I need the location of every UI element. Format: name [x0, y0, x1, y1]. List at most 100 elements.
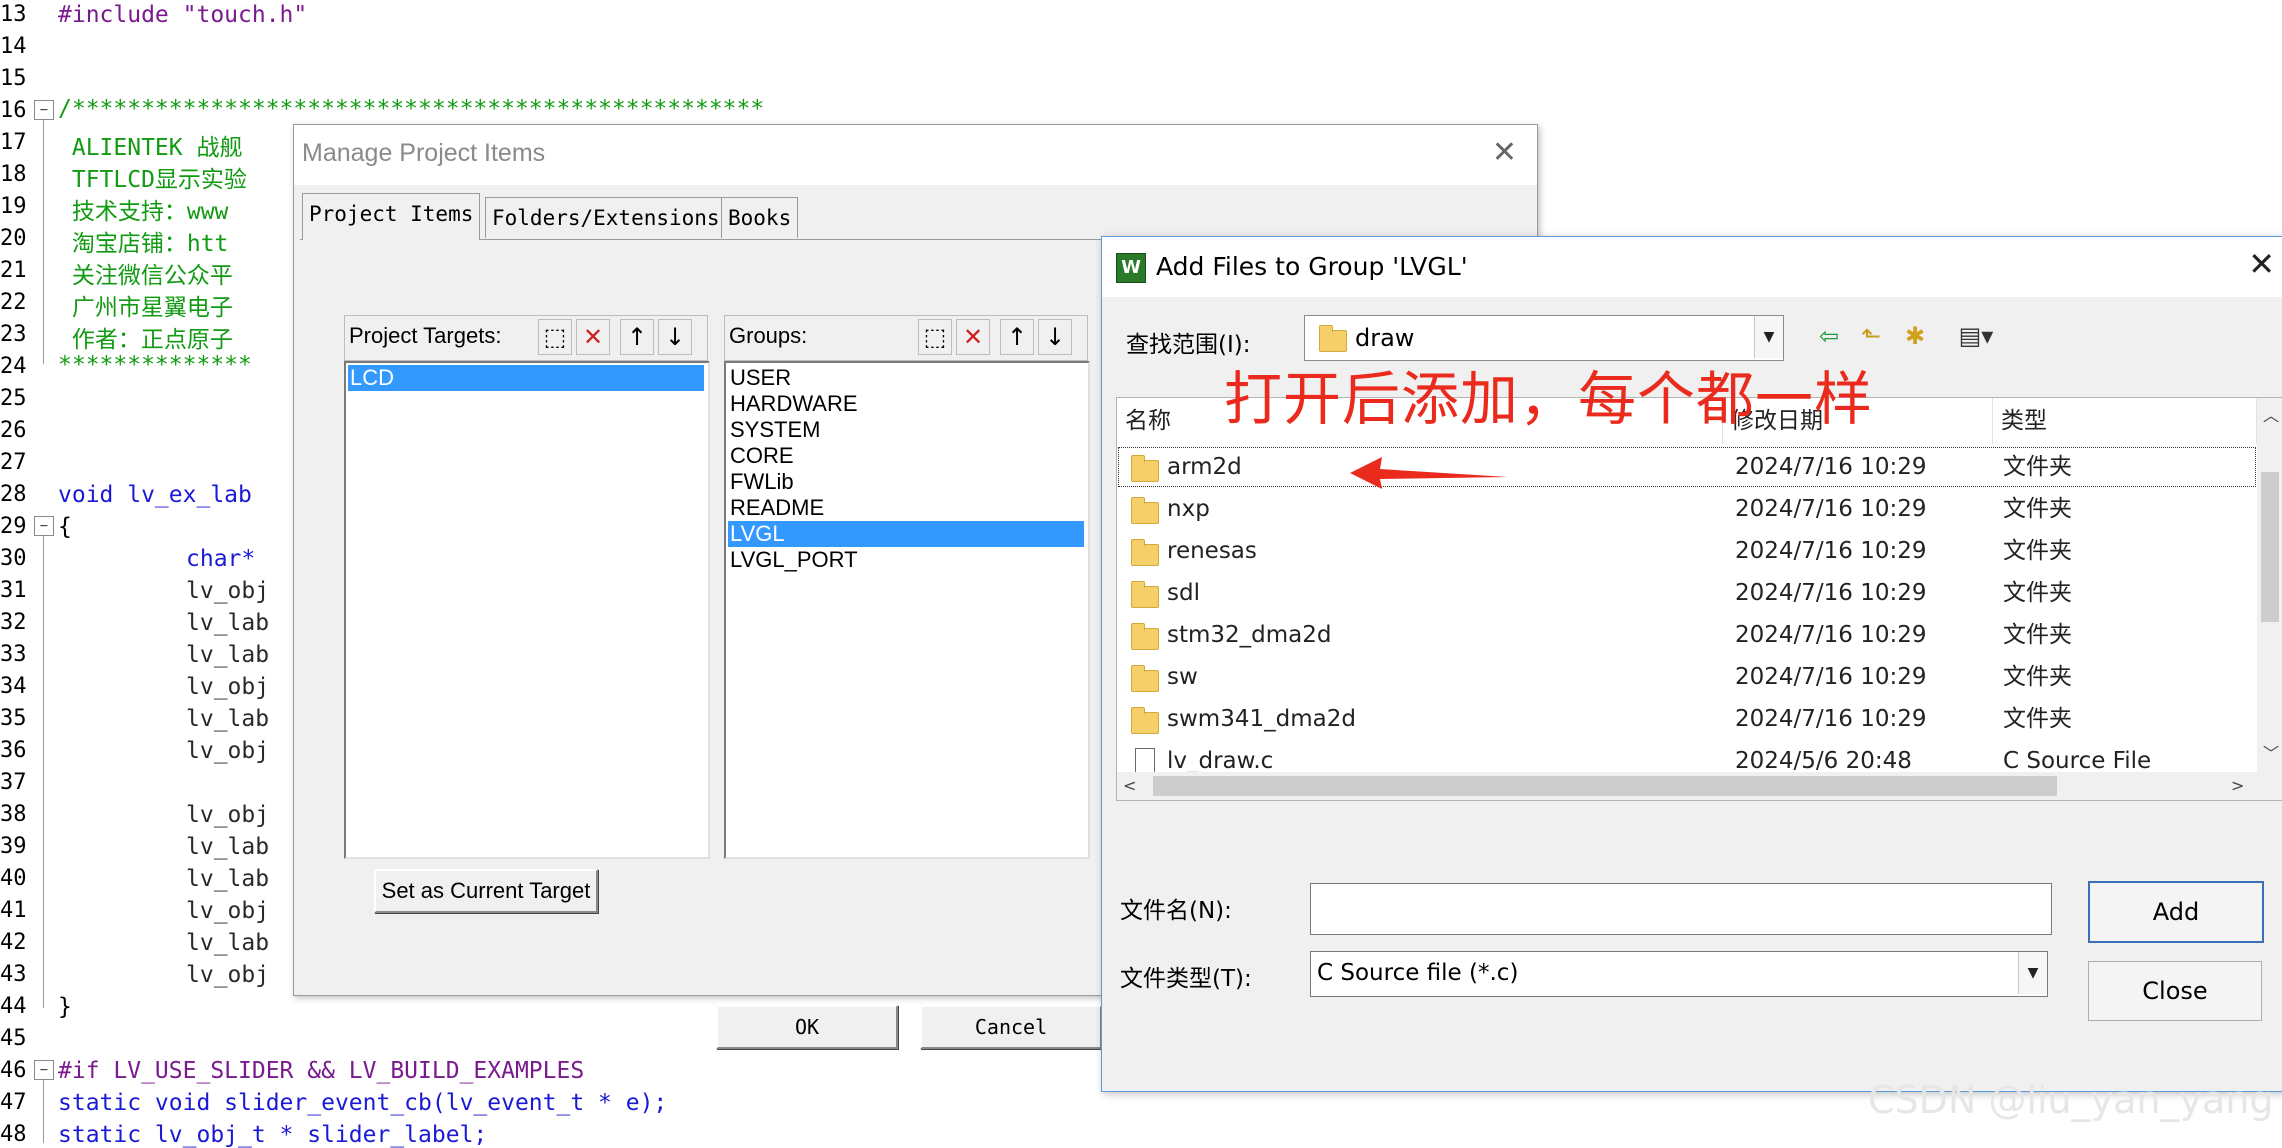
vertical-scrollbar[interactable]: ︿ ﹀: [2257, 398, 2282, 800]
file-type: 文件夹: [2003, 580, 2072, 606]
file-row[interactable]: sw 2024/7/16 10:29 文件夹: [1117, 656, 2257, 698]
code-line: lv_lab: [186, 642, 270, 668]
annotation-arrow-icon: [1350, 457, 1508, 489]
targets-list[interactable]: LCD: [344, 361, 710, 859]
list-item[interactable]: SYSTEM: [728, 417, 820, 443]
move-up-icon[interactable]: ↑: [1000, 319, 1034, 355]
cancel-button[interactable]: Cancel: [920, 1005, 1102, 1049]
code-line: lv_lab: [186, 706, 270, 732]
dialog-titlebar[interactable]: Manage Project Items ✕: [294, 125, 1537, 185]
line-number: 39: [0, 834, 27, 859]
list-item[interactable]: LVGL_PORT: [728, 547, 858, 573]
file-date: 2024/7/16 10:29: [1735, 496, 1927, 522]
line-number: 25: [0, 386, 27, 411]
list-item[interactable]: LCD: [348, 365, 704, 391]
column-header-type[interactable]: 类型: [1993, 398, 2257, 444]
folder-icon: [1131, 581, 1159, 608]
fold-guide: [43, 120, 44, 364]
line-number: 17: [0, 130, 27, 155]
file-row[interactable]: swm341_dma2d 2024/7/16 10:29 文件夹: [1117, 698, 2257, 740]
file-row[interactable]: nxp 2024/7/16 10:29 文件夹: [1117, 488, 2257, 530]
line-number: 31: [0, 578, 27, 603]
list-item[interactable]: HARDWARE: [728, 391, 858, 417]
code-line: 技术支持：www: [58, 199, 229, 225]
fold-toggle-icon[interactable]: −: [34, 516, 54, 536]
list-item[interactable]: FWLib: [728, 469, 794, 495]
list-item[interactable]: README: [728, 495, 824, 521]
line-number: 34: [0, 674, 27, 699]
line-number: 19: [0, 194, 27, 219]
up-folder-icon[interactable]: ⬑: [1854, 319, 1888, 353]
fold-toggle-icon[interactable]: −: [34, 100, 54, 120]
code-line: 关注微信公众平: [58, 263, 233, 289]
set-current-target-button[interactable]: Set as Current Target: [374, 869, 598, 913]
code-line: #include "touch.h": [58, 2, 308, 28]
code-line: lv_lab: [186, 930, 270, 956]
view-menu-icon[interactable]: ▤▾: [1948, 319, 2004, 353]
file-name: stm32_dma2d: [1167, 622, 1332, 648]
scrollbar-thumb[interactable]: [2261, 472, 2279, 622]
filetype-label: 文件类型(T):: [1120, 966, 1252, 992]
ok-button[interactable]: OK: [716, 1005, 898, 1049]
move-down-icon[interactable]: ↓: [658, 319, 692, 355]
groups-list[interactable]: USER HARDWARE SYSTEM CORE FWLib README L…: [724, 361, 1090, 859]
move-up-icon[interactable]: ↑: [620, 319, 654, 355]
file-name: renesas: [1167, 538, 1257, 564]
fold-toggle-icon[interactable]: −: [34, 1060, 54, 1080]
scroll-left-icon[interactable]: <: [1123, 776, 1136, 795]
code-line: lv_obj: [186, 578, 270, 604]
list-item[interactable]: USER: [728, 365, 791, 391]
code-line: lv_lab: [186, 866, 270, 892]
code-line: ALIENTEK 战舰: [58, 135, 243, 161]
code-line: lv_obj: [186, 802, 270, 828]
close-button[interactable]: Close: [2088, 961, 2262, 1021]
scroll-up-icon[interactable]: ︿: [2263, 402, 2279, 426]
file-type: 文件夹: [2003, 622, 2072, 648]
file-row[interactable]: renesas 2024/7/16 10:29 文件夹: [1117, 530, 2257, 572]
file-row[interactable]: stm32_dma2d 2024/7/16 10:29 文件夹: [1117, 614, 2257, 656]
line-number: 15: [0, 66, 27, 91]
code-line: 作者：正点原子: [58, 327, 233, 353]
new-group-icon[interactable]: ⬚: [918, 319, 952, 355]
file-date: 2024/7/16 10:29: [1735, 454, 1927, 480]
list-item[interactable]: CORE: [728, 443, 794, 469]
dialog-titlebar[interactable]: W Add Files to Group 'LVGL' ✕: [1102, 237, 2282, 297]
horizontal-scrollbar[interactable]: < >: [1117, 772, 2257, 800]
file-date: 2024/7/16 10:29: [1735, 706, 1927, 732]
folder-icon: [1131, 623, 1159, 650]
filename-label: 文件名(N):: [1120, 898, 1232, 924]
tab-project-items[interactable]: Project Items: [302, 193, 481, 240]
line-number: 37: [0, 770, 27, 795]
tab-books[interactable]: Books: [721, 197, 799, 238]
new-folder-icon[interactable]: ✱: [1898, 319, 1932, 353]
move-down-icon[interactable]: ↓: [1038, 319, 1072, 355]
file-type: 文件夹: [2003, 538, 2072, 564]
add-button[interactable]: Add: [2088, 881, 2264, 943]
file-list[interactable]: 名称 修改日期 类型 arm2d 2024/7/16 10:29 文件夹 nxp…: [1116, 397, 2282, 801]
close-icon[interactable]: ✕: [1492, 135, 1517, 170]
file-name: nxp: [1167, 496, 1210, 522]
code-line: {: [58, 514, 72, 540]
delete-target-icon[interactable]: ✕: [576, 319, 610, 355]
scroll-down-icon[interactable]: ﹀: [2263, 740, 2279, 764]
chevron-down-icon[interactable]: ▼: [2018, 952, 2047, 994]
line-number: 42: [0, 930, 27, 955]
file-row[interactable]: arm2d 2024/7/16 10:29 文件夹: [1117, 446, 2257, 488]
line-number: 23: [0, 322, 27, 347]
list-item[interactable]: LVGL: [728, 521, 1084, 547]
filetype-dropdown[interactable]: C Source file (*.c) ▼: [1310, 951, 2048, 997]
tab-folders-extensions[interactable]: Folders/Extensions: [485, 197, 727, 238]
scrollbar-thumb[interactable]: [1153, 776, 2057, 796]
dialog-title: Manage Project Items: [302, 139, 546, 167]
back-icon[interactable]: ⇦: [1812, 319, 1846, 353]
close-icon[interactable]: ✕: [2248, 245, 2275, 283]
folder-icon: [1131, 539, 1159, 566]
filename-input[interactable]: [1310, 883, 2052, 935]
code-line: lv_obj: [186, 898, 270, 924]
file-row[interactable]: sdl 2024/7/16 10:29 文件夹: [1117, 572, 2257, 614]
folder-icon: [1131, 665, 1159, 692]
delete-group-icon[interactable]: ✕: [956, 319, 990, 355]
new-target-icon[interactable]: ⬚: [538, 319, 572, 355]
scroll-right-icon[interactable]: >: [2231, 776, 2244, 795]
line-number: 40: [0, 866, 27, 891]
